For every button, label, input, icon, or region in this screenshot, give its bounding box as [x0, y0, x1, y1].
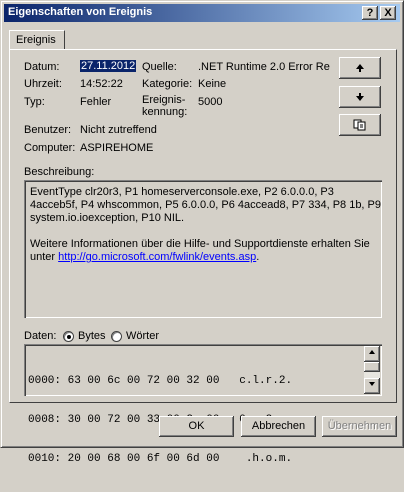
eventid-label-2: kennung:: [142, 106, 188, 118]
data-line: 0000: 63 00 6c 00 72 00 32 00 c.l.r.2.: [28, 375, 293, 387]
description-box[interactable]: EventType clr20r3, P1 homeserverconsole.…: [24, 180, 382, 318]
words-label[interactable]: Wörter: [126, 330, 159, 342]
scroll-up-button[interactable]: [364, 346, 380, 362]
eventid-label-1: Ereignis-: [142, 94, 186, 106]
scroll-thumb[interactable]: [364, 362, 380, 372]
user-label: Benutzer:: [24, 124, 72, 136]
type-label: Typ:: [24, 96, 45, 108]
tab-label: Ereignis: [16, 34, 56, 46]
after-link-text: .: [256, 251, 260, 263]
close-button[interactable]: X: [380, 6, 396, 20]
window-title: Eigenschaften von Ereignis: [8, 6, 153, 18]
scroll-down-button[interactable]: [364, 378, 380, 394]
bytes-radio[interactable]: [63, 331, 74, 342]
description-text: EventType clr20r3, P1 homeserverconsole.…: [30, 186, 382, 224]
data-scrollbar[interactable]: [364, 346, 380, 394]
scroll-down-icon: [369, 382, 375, 386]
next-event-button[interactable]: [339, 86, 381, 108]
tab-ereignis[interactable]: Ereignis: [9, 30, 65, 50]
date-label: Datum:: [24, 61, 60, 73]
bytes-label[interactable]: Bytes: [78, 330, 106, 342]
copy-icon: [353, 119, 366, 131]
dialog-window: Eigenschaften von Ereignis ? X Ereignis …: [0, 0, 404, 465]
time-label: Uhrzeit:: [24, 78, 62, 90]
data-box[interactable]: 0000: 63 00 6c 00 72 00 32 00 c.l.r.2. 0…: [24, 344, 382, 465]
data-line: 0010: 20 00 68 00 6f 00 6d 00 .h.o.m.: [28, 453, 293, 465]
date-value[interactable]: 27.11.2012: [80, 60, 137, 72]
words-radio[interactable]: [111, 331, 122, 342]
user-value: Nicht zutreffend: [80, 124, 157, 136]
help-link[interactable]: http://go.microsoft.com/fwlink/events.as…: [58, 251, 256, 263]
scroll-up-icon: [369, 350, 375, 354]
arrow-down-icon: [356, 93, 364, 101]
help-button[interactable]: ?: [362, 6, 378, 20]
copy-button[interactable]: [339, 114, 381, 136]
type-value: Fehler: [80, 96, 112, 108]
tab-panel: Datum: 27.11.2012 Uhrzeit: 14:52:22 Typ:…: [9, 49, 397, 465]
description-label: Beschreibung:: [24, 166, 95, 178]
category-value: Keine: [198, 78, 227, 90]
arrow-up-icon: [356, 64, 364, 72]
apply-button[interactable]: Übernehmen: [322, 416, 397, 437]
data-label: Daten:: [24, 330, 57, 342]
cancel-button[interactable]: Abbrechen: [241, 416, 316, 437]
title-bar[interactable]: Eigenschaften von Ereignis ? X: [4, 4, 400, 22]
time-value: 14:52:22: [80, 78, 123, 90]
computer-label: Computer:: [24, 142, 76, 154]
category-label: Kategorie:: [142, 78, 193, 90]
eventid-value: 5000: [198, 96, 223, 108]
previous-event-button[interactable]: [339, 57, 381, 79]
source-label: Quelle:: [142, 61, 177, 73]
computer-value: ASPIREHOME: [80, 142, 154, 154]
source-value: .NET Runtime 2.0 Error Rep: [198, 61, 330, 73]
ok-button[interactable]: OK: [159, 416, 234, 437]
description-content: EventType clr20r3, P1 homeserverconsole.…: [30, 186, 382, 264]
